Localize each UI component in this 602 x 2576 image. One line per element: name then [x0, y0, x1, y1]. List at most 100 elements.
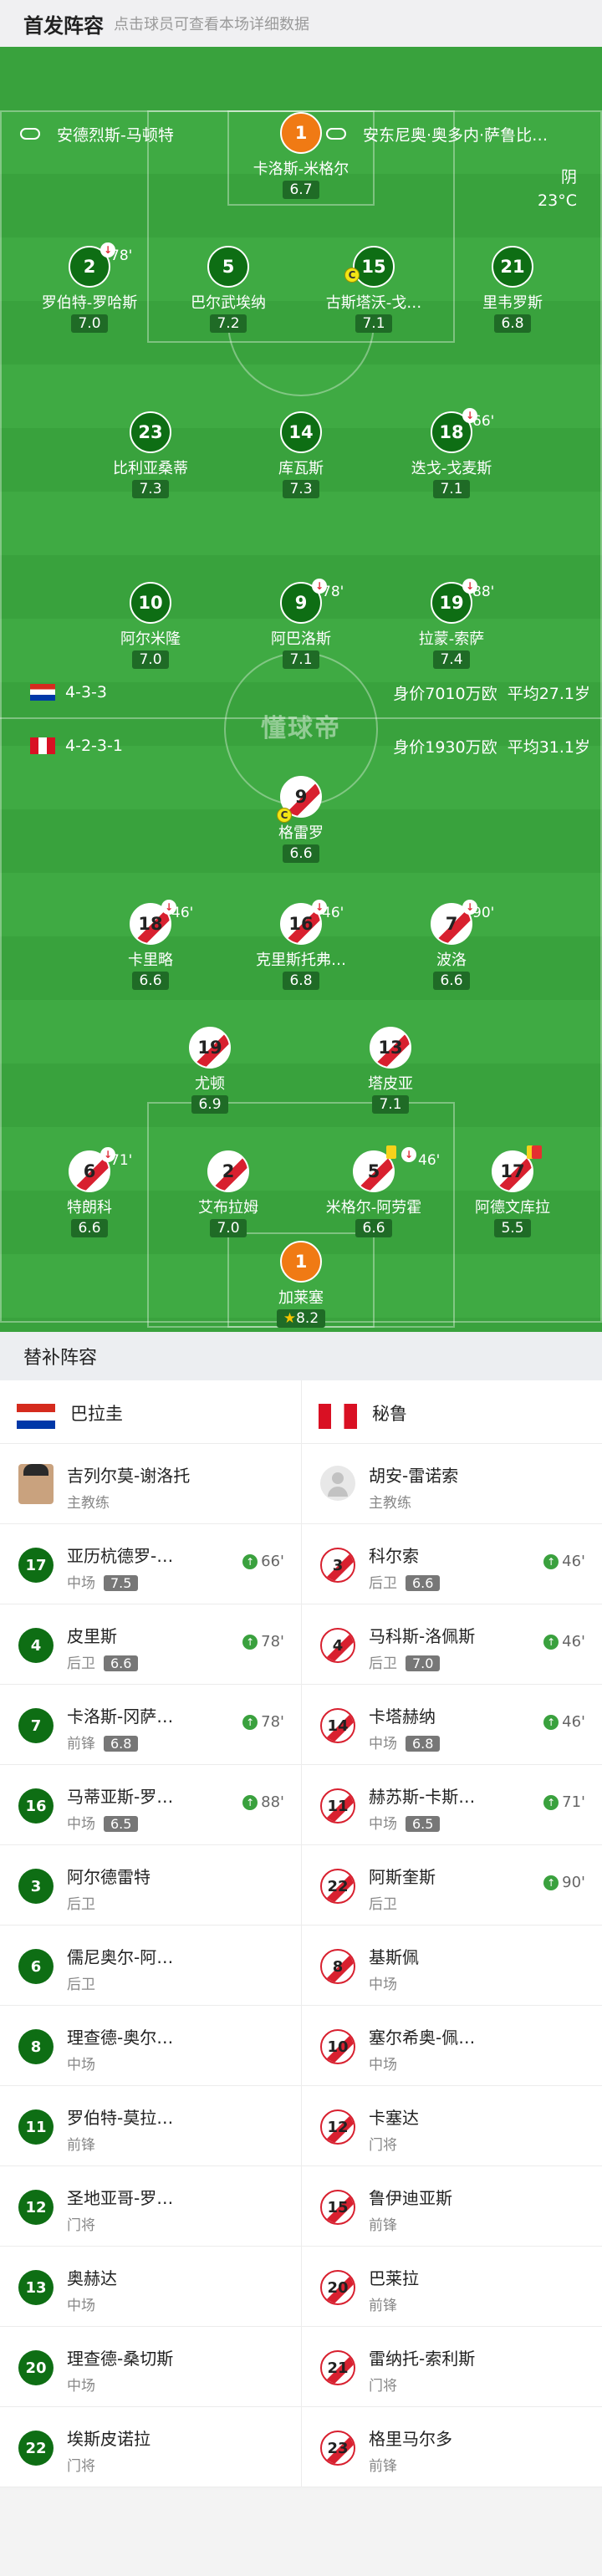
- bench-player-name: 埃斯皮诺拉: [67, 2429, 150, 2449]
- player-peru-gk[interactable]: 1 加莱塞 ★8.2: [238, 1241, 364, 1328]
- bench-player-name: 塞尔希奥-佩…: [369, 2028, 476, 2048]
- coach-avatar-placeholder-icon: [320, 1466, 355, 1501]
- away-coach-row[interactable]: 胡安-雷诺索 主教练: [302, 1444, 602, 1524]
- bench-player-row[interactable]: 3 科尔索 后卫 6.6 ↑ 46': [302, 1524, 602, 1604]
- paraguay-formation-row: 4-3-3 身价7010万欧 平均27.1岁: [0, 676, 602, 709]
- sub-in-icon: ↑: [242, 1553, 258, 1569]
- bench-player-rating: 6.8: [406, 1736, 441, 1752]
- shirt-number: 10: [320, 2029, 355, 2064]
- bench-player-row[interactable]: 8 基斯佩中场: [302, 1926, 602, 2006]
- bench-player-row[interactable]: 8 理查德-奥尔… 中场: [0, 2006, 301, 2086]
- lineup-hint: 点击球员可查看本场详细数据: [114, 16, 309, 33]
- bench-player-row[interactable]: 20 巴莱拉 前锋: [302, 2247, 602, 2327]
- player-peru-18[interactable]: 18 ↓ 46' 卡里略 6.6: [88, 900, 213, 990]
- bench-player-row[interactable]: 21 雷纳托-索利斯 门将: [302, 2327, 602, 2407]
- player-paraguay-15[interactable]: 15 C 古斯塔沃-戈… 7.1: [311, 246, 436, 333]
- sub-in-indicator: ↑ 46': [543, 1713, 585, 1731]
- bench-player-name: 阿斯奎斯: [369, 1867, 436, 1887]
- bench-player-row[interactable]: 12 卡塞达 门将: [302, 2086, 602, 2166]
- shirt-number: 4: [18, 1628, 54, 1663]
- bench-player-rating: 6.5: [104, 1816, 139, 1832]
- star-icon: ★: [283, 1310, 297, 1327]
- bench-player-position: 中场: [369, 1977, 397, 1993]
- bench-player-row[interactable]: 10 塞尔希奥-佩… 中场: [302, 2006, 602, 2086]
- bench-player-row[interactable]: 23 格里马尔多 前锋: [302, 2407, 602, 2487]
- bench-player-name: 雷纳托-索利斯: [369, 2349, 476, 2369]
- paraguay-age: 平均27.1岁: [507, 684, 590, 703]
- bench-player-name: 科尔索: [369, 1546, 419, 1566]
- bench-player-row[interactable]: 14 卡塔赫纳 中场 6.8 ↑ 46': [302, 1685, 602, 1765]
- bench-player-row[interactable]: 22 埃斯皮诺拉 门将: [0, 2407, 301, 2487]
- player-peru-2[interactable]: 2 艾布拉姆 7.0: [166, 1150, 291, 1237]
- bench-player-row[interactable]: 12 圣地亚哥-罗… 门将: [0, 2166, 301, 2247]
- player-paraguay-9[interactable]: 9 ↓ 78' 阿巴洛斯 7.1: [238, 579, 364, 669]
- bench-player-row[interactable]: 13 奥赫达 中场: [0, 2247, 301, 2327]
- sub-in-icon: ↑: [242, 1634, 258, 1650]
- sub-in-indicator: ↑ 78': [242, 1633, 284, 1650]
- player-peru-19[interactable]: 19 尤顿 6.9: [147, 1027, 273, 1114]
- player-peru-16[interactable]: 16 ↓ 46' 克里斯托弗… 6.8: [238, 900, 364, 990]
- player-paraguay-18[interactable]: 18 ↓ 66' 迭戈-戈麦斯 7.1: [389, 408, 514, 498]
- sub-out-icon: ↓: [401, 1147, 416, 1162]
- shirt-number: 15: [320, 2190, 355, 2225]
- sub-in-indicator: ↑ 78': [242, 1713, 284, 1731]
- bench-player-name: 奥赫达: [67, 2268, 117, 2288]
- bench-player-row[interactable]: 17 亚历杭德罗-… 中场 7.5 ↑ 66': [0, 1524, 301, 1604]
- bench-player-row[interactable]: 22 阿斯奎斯 后卫 ↑ 90': [302, 1845, 602, 1926]
- player-peru-5[interactable]: 5 ↓ 46' 米格尔-阿劳霍 6.6: [311, 1145, 440, 1237]
- player-paraguay-10[interactable]: 10 阿尔米隆 7.0: [88, 582, 213, 669]
- player-peru-6[interactable]: 6 ↓ 71' 特朗科 6.6: [27, 1147, 152, 1237]
- player-peru-17[interactable]: 17 阿德文库拉 5.5: [450, 1145, 575, 1237]
- player-paraguay-2[interactable]: 2 ↓ 78' 罗伯特-罗哈斯 7.0: [27, 242, 152, 333]
- bench-player-position: 后卫 7.0: [369, 1651, 441, 1672]
- lineup-title: 首发阵容: [23, 13, 104, 38]
- shirt-number: 14: [320, 1708, 355, 1743]
- bench-player-position: 中场: [67, 2057, 95, 2074]
- bench-player-row[interactable]: 15 鲁伊迪亚斯 前锋: [302, 2166, 602, 2247]
- bench-player-row[interactable]: 4 马科斯-洛佩斯 后卫 7.0 ↑ 46': [302, 1604, 602, 1685]
- bench-player-name: 罗伯特-莫拉…: [67, 2108, 174, 2128]
- bench-player-position: 后卫 6.6: [67, 1651, 139, 1672]
- sub-in-indicator: ↑ 88': [242, 1793, 284, 1811]
- shirt-number: 16: [18, 1788, 54, 1824]
- player-peru-13[interactable]: 13 塔皮亚 7.1: [328, 1027, 453, 1114]
- football-pitch: 安德烈斯-马顿特 安东尼奥·奥多内·萨鲁比… 阴 23°C 懂球帝 4-3-3 …: [0, 47, 602, 1332]
- bench-player-name: 基斯佩: [369, 1947, 419, 1967]
- home-coach-row[interactable]: 吉列尔莫-谢洛托 主教练: [0, 1444, 301, 1524]
- player-paraguay-19[interactable]: 19 ↓ 88' 拉蒙-索萨 7.4: [389, 579, 514, 669]
- player-paraguay-21[interactable]: 21 里韦罗斯 6.8: [450, 246, 575, 333]
- away-bench: 秘鲁 胡安-雷诺索 主教练 3 科尔索 后卫 6.6 ↑ 46' 4 马科斯-洛佩斯 后卫 7.0 ↑…: [301, 1380, 602, 2487]
- bench-player-name: 儒尼奥尔-阿…: [67, 1947, 174, 1967]
- player-paraguay-5[interactable]: 5 巴尔武埃纳 7.2: [166, 246, 291, 333]
- bench-player-row[interactable]: 20 理查德-桑切斯 中场: [0, 2327, 301, 2407]
- player-paraguay-gk[interactable]: 1 卡洛斯-米格尔 6.7: [238, 112, 364, 199]
- bench-player-row[interactable]: 7 卡洛斯-冈萨… 前锋 6.8 ↑ 78': [0, 1685, 301, 1765]
- captain-icon: C: [277, 808, 292, 823]
- bench-player-position: 前锋: [369, 2217, 397, 2234]
- sub-in-icon: ↑: [543, 1875, 559, 1890]
- player-peru-9[interactable]: 9 C 格雷罗 6.6: [238, 776, 364, 863]
- captain-icon: C: [344, 268, 360, 283]
- shirt-number: 22: [18, 2431, 54, 2466]
- shirt-number: 12: [320, 2109, 355, 2145]
- bench-player-row[interactable]: 11 赫苏斯-卡斯… 中场 6.5 ↑ 71': [302, 1765, 602, 1845]
- player-paraguay-14[interactable]: 14 库瓦斯 7.3: [238, 411, 364, 498]
- coach-avatar: [18, 1464, 54, 1504]
- bench-player-row[interactable]: 11 罗伯特-莫拉… 前锋: [0, 2086, 301, 2166]
- shirt-number: 8: [320, 1949, 355, 1984]
- peru-age: 平均31.1岁: [507, 737, 590, 757]
- bench-player-row[interactable]: 16 马蒂亚斯-罗… 中场 6.5 ↑ 88': [0, 1765, 301, 1845]
- bench-player-row[interactable]: 4 皮里斯 后卫 6.6 ↑ 78': [0, 1604, 301, 1685]
- away-coach-label: 安东尼奥·奥多内·萨鲁比…: [363, 125, 548, 145]
- bench-player-position: 后卫: [369, 1896, 397, 1913]
- bench-player-name: 理查德-桑切斯: [67, 2349, 174, 2369]
- bench-player-row[interactable]: 6 儒尼奥尔-阿… 后卫: [0, 1926, 301, 2006]
- shirt-number: 13: [18, 2270, 54, 2305]
- bench-player-row[interactable]: 3 阿尔德雷特 后卫: [0, 1845, 301, 1926]
- yellow-card-icon: [386, 1145, 396, 1159]
- player-peru-7[interactable]: 7 ↓ 90' 波洛 6.6: [389, 900, 514, 990]
- bench-player-position: 中场 7.5: [67, 1571, 139, 1592]
- bench-player-rating: 6.8: [104, 1736, 139, 1752]
- player-paraguay-23[interactable]: 23 比利亚桑蒂 7.3: [88, 411, 213, 498]
- bench-player-name: 马科斯-洛佩斯: [369, 1626, 476, 1646]
